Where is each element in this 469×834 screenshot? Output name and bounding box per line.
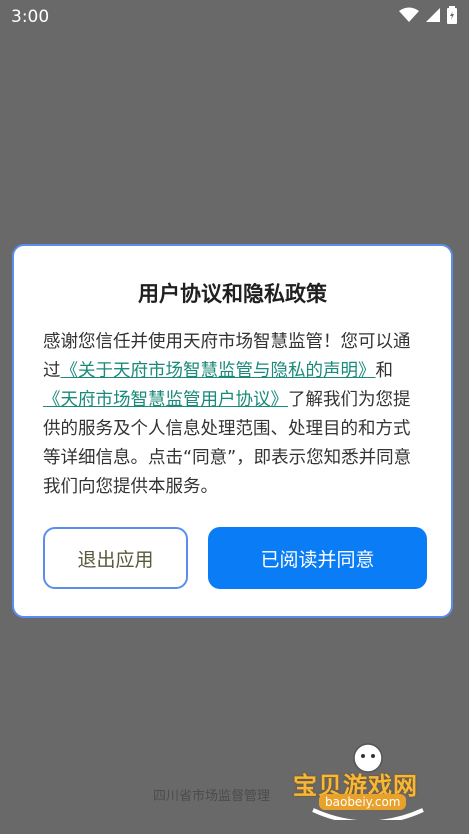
- dialog-title: 用户协议和隐私政策: [138, 282, 327, 306]
- status-icons: [399, 6, 457, 29]
- signal-icon: [425, 7, 441, 28]
- battery-icon: [447, 6, 457, 29]
- status-time: 3:00: [11, 7, 50, 27]
- privacy-statement-link[interactable]: 《关于天府市场智慧监管与隐私的声明》: [61, 361, 376, 381]
- user-agreement-link[interactable]: 《天府市场智慧监管用户协议》: [43, 390, 288, 410]
- wifi-icon: [399, 7, 419, 28]
- body-connector: 和: [375, 361, 394, 381]
- privacy-dialog: 用户协议和隐私政策 感谢您信任并使用天府市场智慧监管！您可以通过《关于天府市场智…: [12, 244, 453, 618]
- dialog-body: 感谢您信任并使用天府市场智慧监管！您可以通过《关于天府市场智慧监管与隐私的声明》…: [43, 328, 425, 502]
- watermark-logo: 宝贝游戏网 baobeiy.com: [293, 740, 443, 820]
- watermark-url: baobeiy.com: [319, 794, 407, 810]
- footer-text: 四川省市场监督管理: [153, 789, 271, 804]
- agree-button[interactable]: 已阅读并同意: [208, 527, 427, 589]
- exit-app-button[interactable]: 退出应用: [43, 527, 188, 589]
- status-bar: 3:00: [0, 0, 469, 32]
